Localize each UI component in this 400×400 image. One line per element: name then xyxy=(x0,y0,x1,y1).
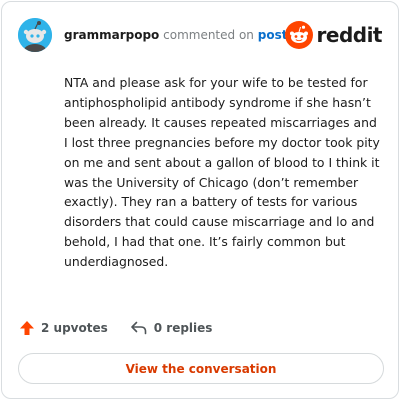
reddit-logo[interactable]: reddit xyxy=(284,18,383,52)
comment-meta: grammarpopo commented on post xyxy=(64,28,287,42)
avatar-snoo-icon xyxy=(18,18,52,52)
reddit-logo-icon xyxy=(284,21,313,49)
comment-header: grammarpopo commented on post reddit xyxy=(18,18,383,52)
reddit-wordmark: reddit xyxy=(316,23,383,47)
upvote-action[interactable]: 2 upvotes xyxy=(19,320,108,336)
upvote-arrow-icon[interactable] xyxy=(19,320,35,336)
post-link[interactable]: post xyxy=(258,28,288,42)
reply-count: 0 replies xyxy=(153,321,213,335)
comment-card: grammarpopo commented on post reddit NTA… xyxy=(1,1,399,399)
avatar[interactable] xyxy=(18,18,52,52)
upvote-count: 2 upvotes xyxy=(41,321,108,335)
commented-on-text: commented on xyxy=(163,28,254,42)
username-link[interactable]: grammarpopo xyxy=(64,28,159,42)
reply-arrow-icon[interactable] xyxy=(130,320,148,336)
comment-body: NTA and please ask for your wife to be t… xyxy=(64,75,380,270)
comment-actions: 2 upvotes 0 replies xyxy=(19,318,234,338)
view-conversation-button[interactable]: View the conversation xyxy=(18,353,384,384)
reply-action[interactable]: 0 replies xyxy=(130,320,213,336)
